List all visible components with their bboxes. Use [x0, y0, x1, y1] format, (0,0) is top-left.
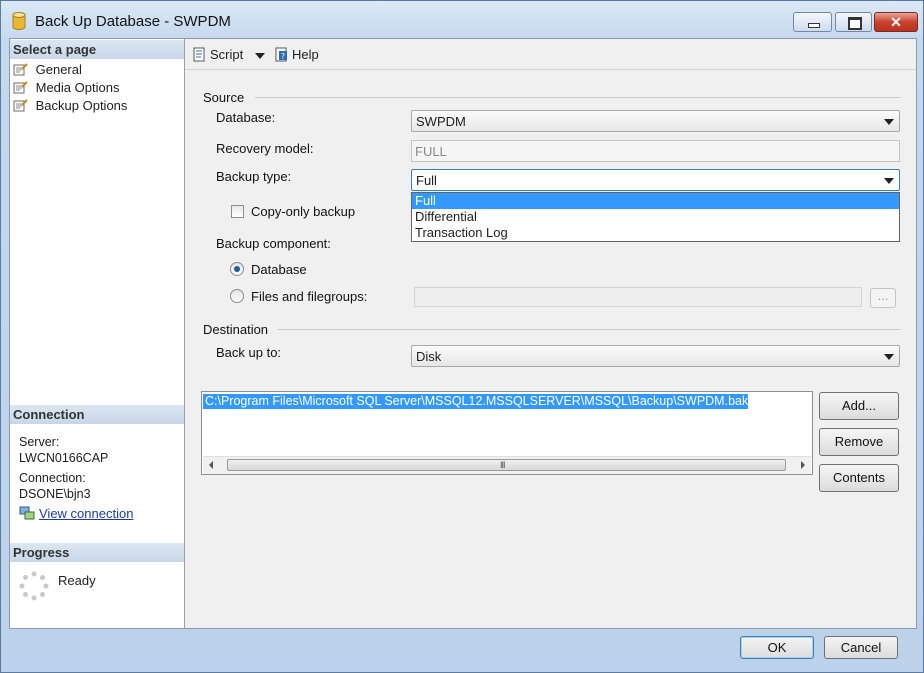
page-item-label: General — [35, 62, 82, 77]
page-item-label: Media Options — [35, 80, 120, 95]
help-button[interactable]: ? Help — [274, 47, 319, 62]
close-button[interactable]: ✕ — [874, 12, 918, 32]
page-item-label: Backup Options — [35, 98, 128, 113]
maximize-button[interactable] — [835, 12, 872, 32]
maximize-icon — [848, 17, 862, 30]
contents-button[interactable]: Contents — [819, 464, 899, 492]
component-files-radio[interactable] — [230, 289, 244, 303]
connection-header: Connection — [10, 405, 184, 424]
script-dropdown-arrow[interactable] — [255, 53, 265, 59]
connection-label: Connection: — [19, 471, 86, 485]
minimize-button[interactable] — [793, 12, 832, 32]
destination-path-list[interactable]: C:\Program Files\Microsoft SQL Server\MS… — [201, 391, 813, 475]
left-pane: Select a page General Media Options Back… — [10, 39, 185, 628]
database-combo[interactable]: SWPDM — [411, 110, 900, 132]
chevron-down-icon — [255, 53, 265, 59]
page-wrench-icon — [13, 81, 28, 94]
database-value: SWPDM — [416, 114, 466, 129]
page-item-media-options[interactable]: Media Options — [13, 79, 119, 97]
copy-only-label[interactable]: Copy-only backup — [251, 204, 355, 219]
database-label: Database: — [216, 110, 276, 125]
chevron-down-icon — [884, 354, 894, 360]
script-icon — [193, 47, 205, 62]
backup-component-label: Backup component: — [216, 236, 331, 251]
back-up-to-combo[interactable]: Disk — [411, 345, 900, 367]
copy-only-checkbox[interactable] — [231, 205, 244, 218]
help-icon: ? — [275, 47, 287, 62]
cancel-button[interactable]: Cancel — [824, 636, 898, 659]
close-icon: ✕ — [890, 14, 902, 30]
page-item-general[interactable]: General — [13, 61, 82, 79]
scroll-left-icon[interactable] — [209, 461, 213, 469]
recovery-model-field: FULL — [411, 140, 900, 162]
minimize-icon — [808, 23, 820, 28]
filegroups-field — [414, 287, 862, 307]
connection-properties-icon — [19, 506, 35, 520]
horizontal-scrollbar[interactable]: III — [203, 456, 811, 474]
add-button[interactable]: Add... — [819, 392, 899, 420]
backup-type-combo[interactable]: Full — [411, 169, 900, 191]
destination-group-divider — [278, 329, 900, 330]
database-icon — [12, 12, 26, 30]
help-label: Help — [292, 47, 319, 62]
backup-type-label: Backup type: — [216, 169, 292, 184]
script-label: Script — [210, 47, 244, 62]
svg-text:?: ? — [281, 52, 285, 61]
ok-button[interactable]: OK — [740, 636, 814, 659]
component-database-radio[interactable] — [230, 262, 244, 276]
browse-filegroups-button: ... — [870, 288, 896, 308]
title-bar[interactable]: Back Up Database - SWPDM ✕ — [1, 1, 923, 37]
source-group-label: Source — [203, 90, 245, 105]
window-title: Back Up Database - SWPDM — [35, 13, 231, 30]
scrollbar-grip: III — [500, 460, 505, 470]
remove-button[interactable]: Remove — [819, 428, 899, 456]
back-up-to-value: Disk — [416, 349, 442, 364]
page-item-backup-options[interactable]: Backup Options — [13, 97, 127, 115]
backup-database-dialog: Back Up Database - SWPDM ✕ Select a page… — [0, 0, 924, 673]
component-files-label[interactable]: Files and filegroups: — [251, 289, 367, 304]
toolbar: Script ? Help — [185, 39, 916, 70]
page-wrench-icon — [13, 63, 28, 76]
dialog-client-area: Select a page General Media Options Back… — [9, 38, 917, 629]
progress-header: Progress — [10, 543, 184, 562]
server-label: Server: — [19, 435, 60, 449]
scrollbar-thumb[interactable]: III — [227, 459, 786, 471]
destination-path-item[interactable]: C:\Program Files\Microsoft SQL Server\MS… — [203, 394, 749, 409]
backup-type-option-differential[interactable]: Differential — [412, 209, 899, 225]
backup-type-option-transaction-log[interactable]: Transaction Log — [412, 225, 899, 241]
backup-type-dropdown-list: Full Differential Transaction Log — [411, 192, 900, 242]
chevron-down-icon — [884, 119, 894, 125]
destination-group-label: Destination — [203, 322, 269, 337]
view-connection-link[interactable]: View connection — [39, 506, 133, 521]
back-up-to-label: Back up to: — [216, 345, 282, 360]
scroll-right-icon[interactable] — [801, 461, 805, 469]
select-page-header: Select a page — [10, 40, 184, 59]
recovery-model-label: Recovery model: — [216, 141, 314, 156]
progress-status: Ready — [58, 573, 96, 588]
server-value: LWCN0166CAP — [19, 451, 109, 465]
script-button[interactable]: Script — [192, 47, 243, 62]
component-database-label[interactable]: Database — [251, 262, 307, 277]
page-wrench-icon — [13, 99, 28, 112]
view-connection-row: View connection — [19, 506, 133, 521]
backup-type-option-full[interactable]: Full — [412, 193, 899, 209]
connection-value: DSONE\bjn3 — [19, 487, 91, 501]
progress-spinner-icon — [19, 571, 49, 601]
chevron-down-icon — [884, 178, 894, 184]
source-group-divider — [255, 97, 900, 98]
recovery-model-value: FULL — [415, 144, 447, 159]
backup-type-value: Full — [416, 173, 437, 188]
